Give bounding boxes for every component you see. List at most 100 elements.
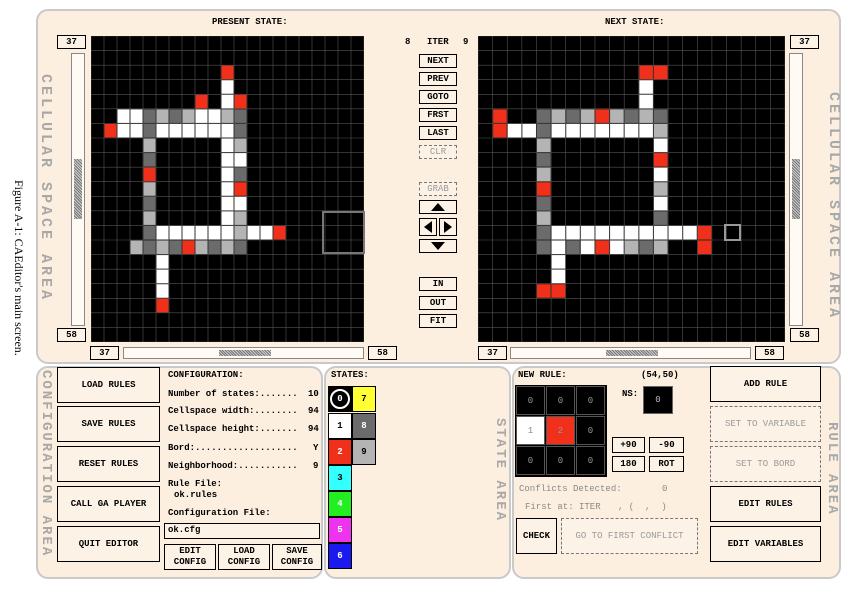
neighborhood-cell[interactable]: 0 — [516, 446, 545, 475]
clear-button[interactable]: CLR — [419, 145, 457, 159]
cell-state-1[interactable] — [117, 109, 130, 123]
neighborhood-cell[interactable]: 0 — [576, 386, 605, 415]
cell-state-9[interactable] — [610, 109, 624, 123]
cell-state-8[interactable] — [143, 123, 156, 138]
cell-state-2[interactable] — [273, 225, 286, 240]
cell-state-8[interactable] — [653, 211, 668, 225]
cell-state-9[interactable] — [221, 240, 234, 255]
edit-rules-button[interactable]: EDIT RULES — [710, 486, 821, 522]
cell-state-1[interactable] — [156, 269, 169, 284]
quit-editor-button[interactable]: QUIT EDITOR — [57, 526, 160, 562]
cell-state-1[interactable] — [208, 123, 221, 138]
cell-state-1[interactable] — [653, 196, 668, 211]
cell-state-2[interactable] — [595, 109, 610, 123]
cell-state-1[interactable] — [639, 80, 653, 94]
cell-state-8[interactable] — [639, 240, 653, 255]
check-button[interactable]: CHECK — [516, 518, 557, 554]
cell-state-9[interactable] — [536, 138, 551, 153]
edit-variables-button[interactable]: EDIT VARIABLES — [710, 526, 821, 562]
neighborhood-cell[interactable]: 0 — [516, 386, 545, 415]
cell-state-1[interactable] — [208, 225, 221, 240]
cell-state-2[interactable] — [595, 240, 610, 255]
cell-state-1[interactable] — [195, 225, 208, 240]
next-horizontal-scroll-thumb[interactable] — [606, 350, 658, 356]
cell-state-9[interactable] — [221, 109, 234, 123]
zoom-out-button[interactable]: OUT — [419, 296, 457, 310]
state-swatch-7[interactable]: 7 — [352, 386, 376, 412]
cell-state-1[interactable] — [130, 123, 143, 138]
cell-state-2[interactable] — [234, 94, 247, 109]
goto-button[interactable]: GOTO — [419, 90, 457, 104]
cell-state-1[interactable] — [234, 153, 247, 167]
cell-state-2[interactable] — [697, 240, 712, 255]
go-to-first-conflict-button[interactable]: GO TO FIRST CONFLICT — [561, 518, 698, 554]
state-swatch-3[interactable]: 3 — [328, 465, 352, 491]
cell-state-1[interactable] — [653, 167, 668, 182]
cell-state-8[interactable] — [143, 225, 156, 240]
cell-state-1[interactable] — [551, 269, 566, 284]
neighborhood-cell[interactable]: 0 — [576, 416, 605, 445]
pan-up-button[interactable] — [419, 200, 457, 214]
cell-state-1[interactable] — [580, 225, 595, 240]
cell-state-8[interactable] — [536, 196, 551, 211]
rule-neighborhood-grid[interactable]: 0 0 0 1 2 0 0 0 0 — [515, 385, 607, 477]
next-state-grid[interactable] — [477, 35, 786, 343]
first-button[interactable]: FRST — [419, 108, 457, 122]
load-config-button[interactable]: LOAD CONFIG — [218, 544, 270, 570]
cell-state-9[interactable] — [653, 123, 668, 138]
add-rule-button[interactable]: ADD RULE — [710, 366, 821, 402]
cell-state-1[interactable] — [624, 123, 639, 138]
save-rules-button[interactable]: SAVE RULES — [57, 406, 160, 442]
cell-state-1[interactable] — [221, 123, 234, 138]
cell-state-1[interactable] — [566, 123, 580, 138]
cell-state-9[interactable] — [653, 182, 668, 196]
cell-state-8[interactable] — [653, 109, 668, 123]
cell-state-2[interactable] — [156, 298, 169, 313]
set-to-bord-button[interactable]: SET TO BORD — [710, 446, 821, 482]
present-grid-svg[interactable] — [90, 35, 365, 343]
cell-state-2[interactable] — [195, 94, 208, 109]
state-swatch-5[interactable]: 5 — [328, 517, 352, 543]
cell-state-1[interactable] — [610, 123, 624, 138]
neighborhood-cell[interactable]: 0 — [576, 446, 605, 475]
cell-state-8[interactable] — [143, 153, 156, 167]
cell-state-1[interactable] — [595, 123, 610, 138]
cell-state-2[interactable] — [536, 284, 551, 298]
set-to-variable-button[interactable]: SET TO VARIABLE — [710, 406, 821, 442]
ns-value-cell[interactable]: 0 — [643, 386, 673, 414]
neighborhood-cell[interactable]: 2 — [546, 416, 575, 445]
cell-state-8[interactable] — [169, 240, 182, 255]
cell-state-9[interactable] — [195, 240, 208, 255]
cell-state-9[interactable] — [624, 240, 639, 255]
cell-state-1[interactable] — [668, 225, 683, 240]
cell-state-9[interactable] — [234, 211, 247, 225]
grab-button[interactable]: GRAB — [419, 182, 457, 196]
cell-state-8[interactable] — [566, 109, 580, 123]
edit-config-button[interactable]: EDIT CONFIG — [164, 544, 216, 570]
cell-state-8[interactable] — [536, 153, 551, 167]
state-swatch-4[interactable]: 4 — [328, 491, 352, 517]
neighborhood-cell[interactable]: 0 — [546, 386, 575, 415]
state-swatch-9[interactable]: 9 — [352, 439, 376, 465]
present-horizontal-scroll-thumb[interactable] — [219, 350, 271, 356]
cell-state-1[interactable] — [653, 225, 668, 240]
cell-state-1[interactable] — [195, 109, 208, 123]
cell-state-8[interactable] — [234, 109, 247, 123]
cell-state-8[interactable] — [234, 240, 247, 255]
cell-state-1[interactable] — [639, 225, 653, 240]
cell-state-1[interactable] — [639, 123, 653, 138]
cell-state-9[interactable] — [234, 225, 247, 240]
cell-state-8[interactable] — [536, 240, 551, 255]
cell-state-2[interactable] — [234, 182, 247, 196]
reset-rules-button[interactable]: RESET RULES — [57, 446, 160, 482]
cell-state-1[interactable] — [117, 123, 130, 138]
cell-state-8[interactable] — [169, 109, 182, 123]
cell-state-1[interactable] — [610, 225, 624, 240]
cell-state-1[interactable] — [551, 240, 566, 255]
cell-state-9[interactable] — [536, 167, 551, 182]
cell-state-1[interactable] — [221, 196, 234, 211]
cell-state-1[interactable] — [221, 94, 234, 109]
cell-state-2[interactable] — [143, 167, 156, 182]
cell-state-1[interactable] — [169, 225, 182, 240]
cell-state-9[interactable] — [580, 109, 595, 123]
